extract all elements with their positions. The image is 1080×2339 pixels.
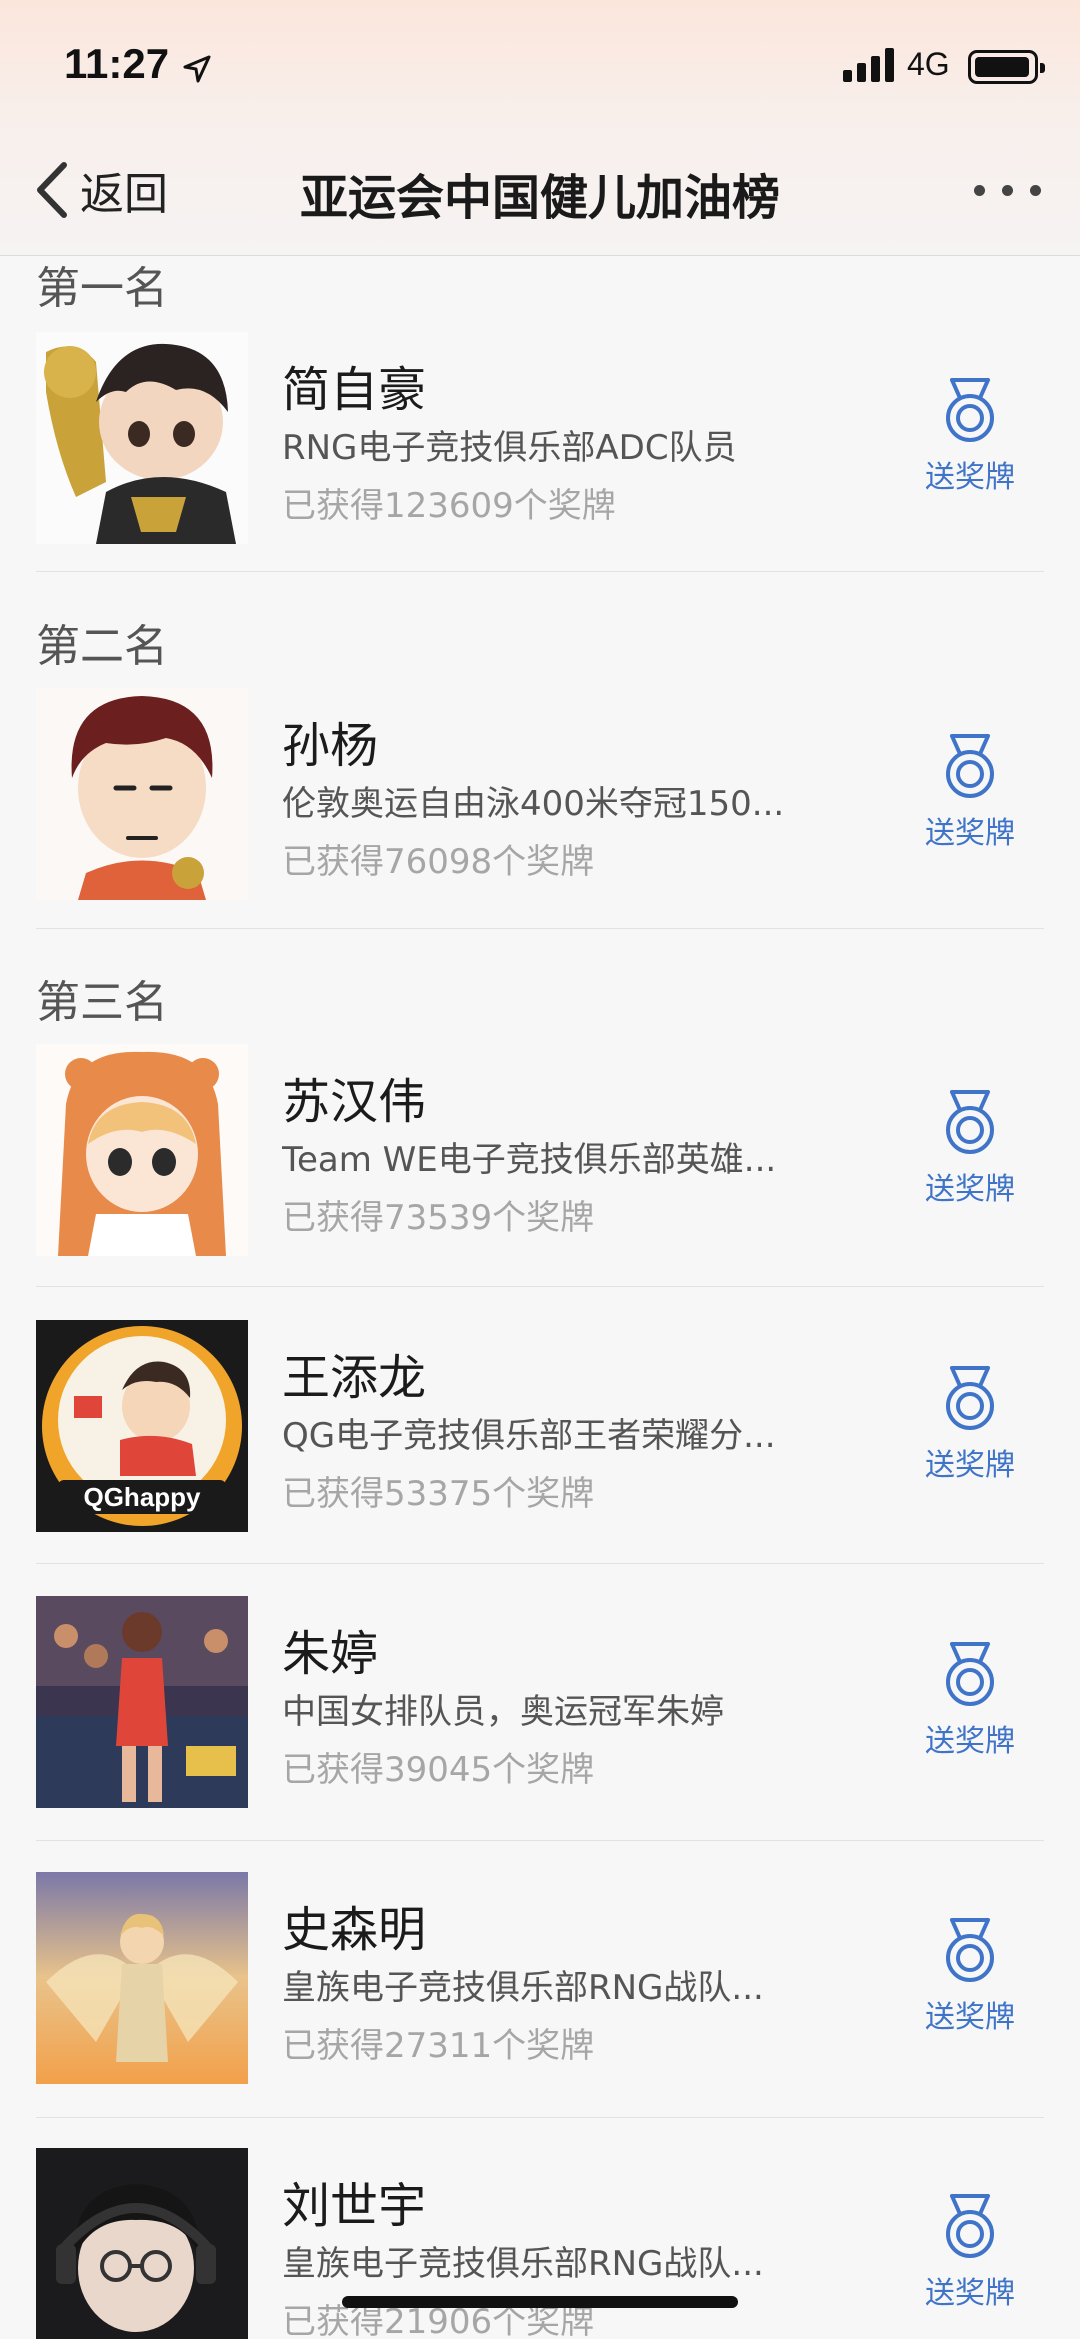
status-time: 11:27 — [64, 40, 170, 87]
send-medal-label: 送奖牌 — [925, 460, 1015, 495]
avatar: QGhappy — [36, 1320, 248, 1532]
medal-count: 已获得39045个奖牌 — [282, 1750, 595, 1790]
send-medal-label: 送奖牌 — [925, 1448, 1015, 1483]
send-medal-label: 送奖牌 — [925, 816, 1015, 851]
rank-label-third: 第三名 — [36, 977, 168, 1028]
athlete-name: 史森明 — [282, 1902, 427, 1958]
medal-icon — [946, 1366, 994, 1430]
qghappy-logo-text: QGhappy — [83, 1482, 201, 1512]
medal-icon — [946, 2194, 994, 2258]
divider — [36, 571, 1044, 572]
rank-label-second: 第二名 — [36, 621, 168, 672]
battery-icon — [968, 50, 1045, 84]
avatar — [36, 1872, 248, 2084]
rank-label-first: 第一名 — [36, 263, 168, 314]
medal-icon — [946, 378, 994, 442]
medal-icon — [946, 1918, 994, 1982]
cellular-signal-icon — [843, 48, 899, 82]
athlete-description: Team WE电子竞技俱乐部英雄... — [282, 1140, 777, 1180]
athlete-name: 孙杨 — [282, 718, 379, 774]
medal-count: 已获得27311个奖牌 — [282, 2026, 595, 2066]
send-medal-button[interactable]: 送奖牌 — [908, 1640, 1032, 1760]
send-medal-button[interactable]: 送奖牌 — [908, 2192, 1032, 2312]
athlete-name: 简自豪 — [282, 362, 427, 418]
medal-count: 已获得73539个奖牌 — [282, 1198, 595, 1238]
page: 11:27 4G 返回 亚运会中国健儿加油榜 第一名 简自豪 RNG电子竞技俱乐… — [0, 0, 1080, 2339]
medal-icon — [946, 1642, 994, 1706]
athlete-description: QG电子竞技俱乐部王者荣耀分... — [282, 1416, 776, 1456]
divider — [36, 1840, 1044, 1841]
athlete-description: 皇族电子竞技俱乐部RNG战队... — [282, 2244, 764, 2284]
avatar — [36, 332, 248, 544]
divider — [36, 1563, 1044, 1564]
medal-icon — [946, 1090, 994, 1154]
athlete-description: RNG电子竞技俱乐部ADC队员 — [282, 428, 737, 468]
send-medal-label: 送奖牌 — [925, 2276, 1015, 2311]
athlete-description: 皇族电子竞技俱乐部RNG战队... — [282, 1968, 764, 2008]
medal-count: 已获得76098个奖牌 — [282, 842, 595, 882]
medal-count: 已获得53375个奖牌 — [282, 1474, 595, 1514]
header: 11:27 4G 返回 亚运会中国健儿加油榜 — [0, 0, 1080, 256]
divider — [36, 1286, 1044, 1287]
send-medal-button[interactable]: 送奖牌 — [908, 1364, 1032, 1484]
page-title: 亚运会中国健儿加油榜 — [299, 170, 780, 226]
athlete-name: 王添龙 — [282, 1350, 427, 1406]
send-medal-label: 送奖牌 — [925, 1724, 1015, 1759]
athlete-name: 苏汉伟 — [282, 1074, 427, 1130]
send-medal-label: 送奖牌 — [925, 1172, 1015, 1207]
send-medal-button[interactable]: 送奖牌 — [908, 1916, 1032, 2036]
avatar — [36, 688, 248, 900]
avatar — [36, 1044, 248, 1256]
send-medal-button[interactable]: 送奖牌 — [908, 1088, 1032, 1208]
medal-icon — [946, 734, 994, 798]
medal-count: 已获得123609个奖牌 — [282, 486, 616, 526]
divider — [36, 2117, 1044, 2118]
divider — [36, 928, 1044, 929]
athlete-name: 朱婷 — [282, 1626, 379, 1682]
athlete-name: 刘世宇 — [282, 2178, 427, 2234]
send-medal-button[interactable]: 送奖牌 — [908, 732, 1032, 852]
network-type: 4G — [907, 46, 950, 82]
location-arrow-icon — [183, 55, 211, 83]
avatar — [36, 2148, 248, 2339]
more-options-icon[interactable] — [974, 185, 1044, 197]
athlete-description: 伦敦奥运自由泳400米夺冠150... — [282, 784, 785, 824]
send-medal-button[interactable]: 送奖牌 — [908, 376, 1032, 496]
athlete-description: 中国女排队员，奥运冠军朱婷 — [282, 1692, 724, 1732]
home-indicator[interactable] — [342, 2296, 738, 2308]
avatar — [36, 1596, 248, 1808]
send-medal-label: 送奖牌 — [925, 2000, 1015, 2035]
